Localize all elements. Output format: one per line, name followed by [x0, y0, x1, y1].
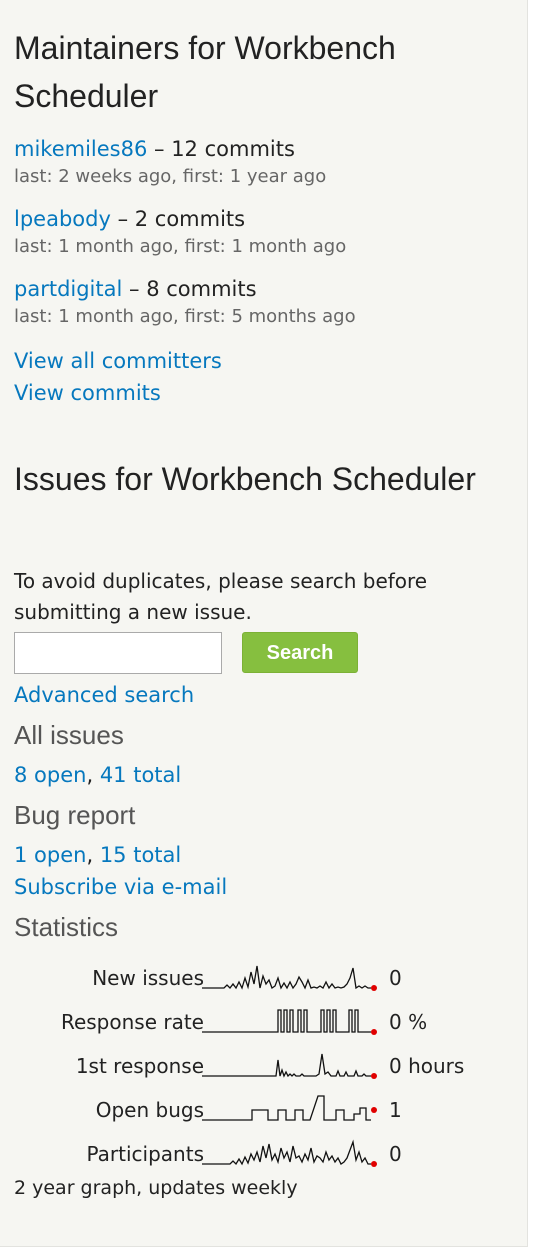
maintainer-link-mikemiles86[interactable]: mikemiles86: [14, 137, 147, 161]
bug-report-open-link[interactable]: 1 open: [14, 843, 86, 867]
bug-report-counts: 1 open, 15 total: [14, 839, 181, 871]
statistics-heading: Statistics: [14, 912, 119, 942]
maintainer-item: partdigital – 8 commits last: 1 month ag…: [14, 273, 514, 343]
separator: ,: [86, 763, 100, 787]
statistics-footnote: 2 year graph, updates weekly: [14, 1177, 298, 1199]
maintainer-link-lpeabody[interactable]: lpeabody: [14, 207, 111, 231]
separator: ,: [86, 843, 100, 867]
stat-label: Participants: [86, 1142, 204, 1166]
advanced-search-link[interactable]: Advanced search: [14, 683, 194, 707]
participants-sparkline: [202, 1139, 377, 1167]
stat-value: 0: [389, 1142, 402, 1166]
bug-report-total-link[interactable]: 15 total: [100, 843, 181, 867]
bug-report-heading: Bug report: [14, 800, 136, 830]
stat-label: Response rate: [60, 1010, 204, 1034]
response-rate-sparkline: [202, 1009, 377, 1035]
subscribe-email-link[interactable]: Subscribe via e-mail: [14, 875, 227, 899]
maintainer-link-partdigital[interactable]: partdigital: [14, 277, 122, 301]
commit-dates: last: 2 weeks ago, first: 1 year ago: [14, 166, 327, 187]
stat-value: 0 %: [389, 1010, 428, 1034]
view-all-committers-link[interactable]: View all committers: [14, 349, 222, 373]
stat-row-new-issues: New issues 0: [14, 960, 514, 1000]
maintainer-item: lpeabody – 2 commits last: 1 month ago, …: [14, 203, 514, 273]
stat-value: 0: [389, 966, 402, 990]
stat-label: New issues: [92, 966, 204, 990]
first-response-sparkline: [202, 1053, 377, 1079]
all-issues-total-link[interactable]: 41 total: [100, 763, 181, 787]
commit-dates: last: 1 month ago, first: 1 month ago: [14, 236, 347, 257]
open-bugs-sparkline: [202, 1095, 377, 1121]
maintainer-links: View all committers View commits: [14, 345, 222, 409]
all-issues-heading: All issues: [14, 720, 124, 750]
maintainer-item: mikemiles86 – 12 commits last: 2 weeks a…: [14, 133, 514, 203]
stat-row-participants: Participants 0: [14, 1136, 514, 1176]
stat-label: 1st response: [75, 1054, 204, 1078]
all-issues-open-link[interactable]: 8 open: [14, 763, 86, 787]
stat-row-first-response: 1st response 0 hours: [14, 1048, 514, 1088]
commit-dates: last: 1 month ago, first: 5 months ago: [14, 306, 356, 327]
stat-row-open-bugs: Open bugs 1: [14, 1092, 514, 1132]
search-hint: To avoid duplicates, please search befor…: [14, 569, 428, 624]
stat-label: Open bugs: [95, 1098, 204, 1122]
maintainers-list: mikemiles86 – 12 commits last: 2 weeks a…: [14, 133, 514, 343]
commit-count: – 8 commits: [122, 277, 257, 301]
stat-value: 0 hours: [389, 1054, 465, 1078]
project-sidebar: Maintainers for Workbench Scheduler mike…: [0, 0, 528, 1247]
all-issues-counts: 8 open, 41 total: [14, 759, 181, 791]
maintainers-heading: Maintainers for Workbench Scheduler: [14, 30, 396, 114]
commit-count: – 2 commits: [110, 207, 246, 231]
stat-row-response-rate: Response rate 0 %: [14, 1004, 514, 1044]
commit-count: – 12 commits: [147, 137, 295, 161]
view-commits-link[interactable]: View commits: [14, 381, 161, 405]
issues-heading: Issues for Workbench Scheduler: [14, 461, 476, 497]
issue-search-input[interactable]: [14, 632, 222, 674]
stat-value: 1: [389, 1098, 402, 1122]
new-issues-sparkline: [202, 965, 377, 991]
search-button[interactable]: Search: [242, 632, 358, 673]
